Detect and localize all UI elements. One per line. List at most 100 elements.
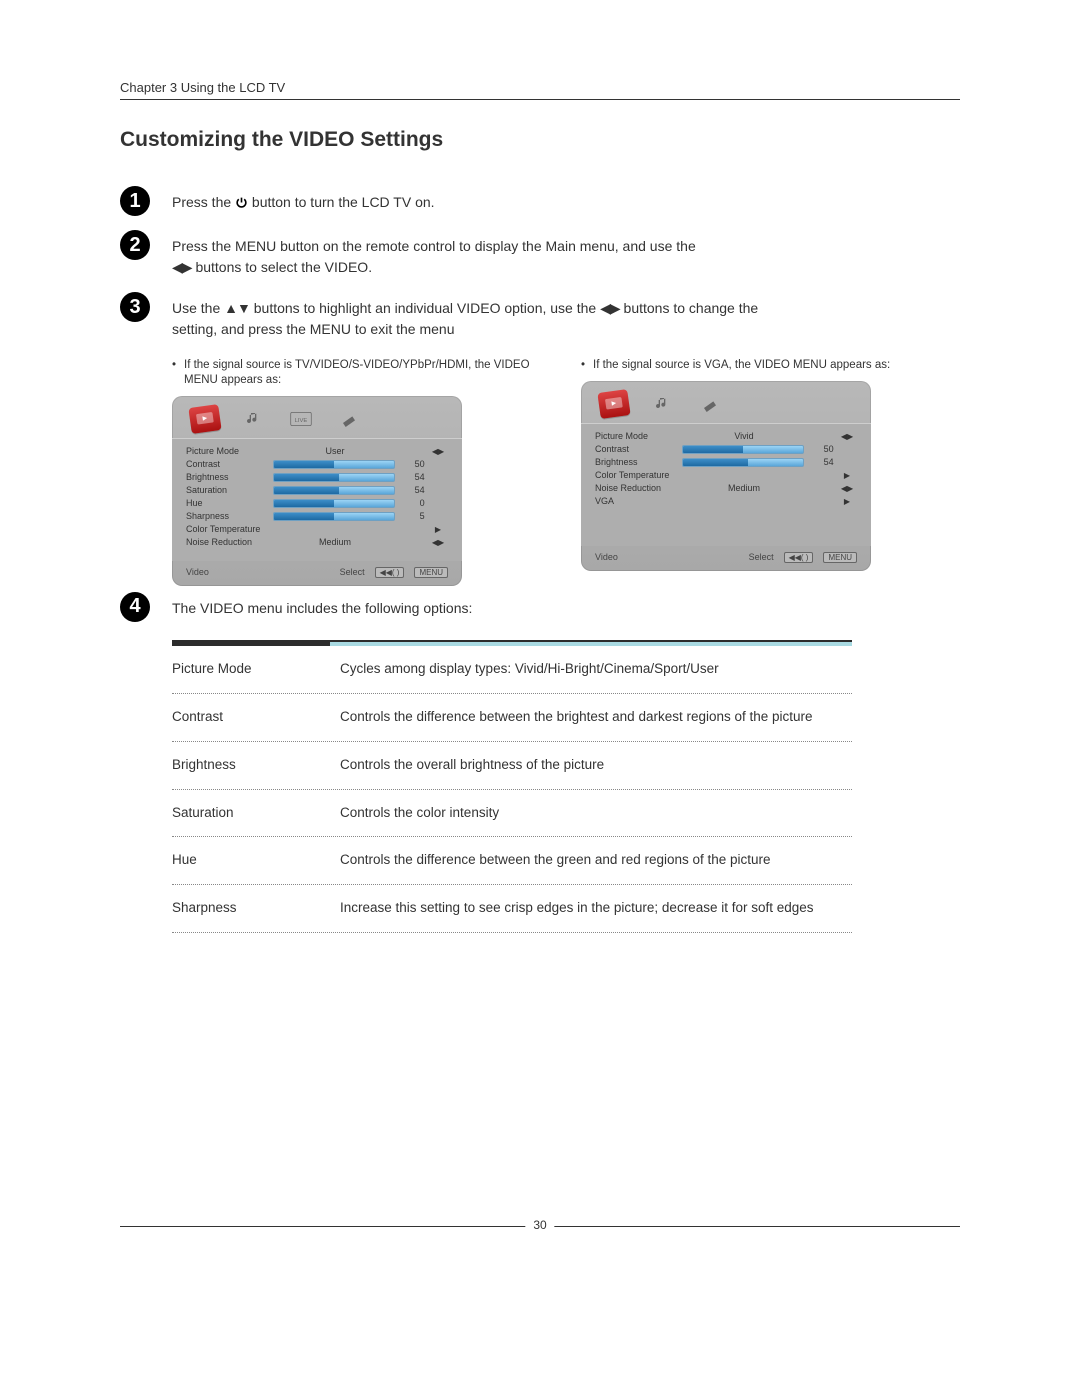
osd-tab-setup-icon (695, 391, 725, 417)
osd-row: Brightness 54 (186, 471, 448, 484)
step-number-icon: 3 (120, 292, 150, 322)
osd-tab-audio-icon (647, 391, 677, 417)
osd-row-control (682, 445, 804, 454)
osd-row: Saturation54 (186, 484, 448, 497)
osd-footer-nav-icon: ◀◀( ) (784, 552, 814, 563)
up-down-arrow-icon: ▲▼ (224, 300, 250, 316)
osd-row-indicator-icon: ◀▶ (837, 484, 857, 493)
step-number-icon: 4 (120, 592, 150, 622)
osd-row-control (273, 460, 395, 469)
osd-footer-select: Select (749, 552, 774, 562)
note-left: If the signal source is TV/VIDEO/S-VIDEO… (172, 358, 551, 388)
option-desc: Controls the difference between the gree… (340, 851, 852, 870)
osd-row-label: Color Temperature (186, 524, 272, 534)
osd-row: Hue 0 (186, 497, 448, 510)
osd-row-indicator-icon: ◀▶ (837, 432, 857, 441)
osd-row-label: Contrast (186, 459, 269, 469)
osd-row-indicator-icon: ▶ (837, 471, 857, 480)
osd-row-control (273, 486, 395, 495)
option-desc: Increase this setting to see crisp edges… (340, 899, 852, 918)
osd-tab-setup-icon (334, 406, 364, 432)
osd-tab-video-icon (188, 404, 221, 434)
osd-row-control (273, 473, 395, 482)
osd-tab-live-icon: LIVE (286, 406, 316, 432)
osd-row-value: 0 (399, 498, 424, 508)
osd-footer-nav-icon: ◀◀( ) (375, 567, 405, 578)
option-row: ContrastControls the difference between … (172, 694, 852, 742)
option-name: Contrast (172, 708, 340, 727)
osd-row: Picture Mode Vivid ◀▶ (595, 430, 857, 443)
step-3-text: Use the ▲▼ buttons to highlight an indiv… (172, 296, 792, 340)
osd-row-control: Medium (685, 483, 803, 493)
option-name: Brightness (172, 756, 340, 775)
osd-row-label: Brightness (595, 457, 678, 467)
osd-row-label: Sharpness (186, 511, 269, 521)
osd-screenshot-right: Picture Mode Vivid ◀▶ Contrast 50 Brightness 5… (581, 381, 871, 571)
osd-row: Sharpness5 (186, 510, 448, 523)
osd-row-label: Picture Mode (186, 446, 272, 456)
osd-row-control (273, 499, 395, 508)
osd-row-control: User (276, 446, 394, 456)
osd-row-control (682, 458, 804, 467)
osd-footer-select: Select (340, 567, 365, 577)
step-4: 4 The VIDEO menu includes the following … (120, 596, 960, 622)
option-desc: Controls the difference between the brig… (340, 708, 852, 727)
step-number-icon: 1 (120, 186, 150, 216)
osd-row: Contrast 50 (186, 458, 448, 471)
osd-row-indicator-icon: ◀▶ (428, 447, 448, 456)
chapter-label: Chapter 3 Using the LCD TV (120, 80, 285, 95)
page-number: 30 (525, 1218, 554, 1232)
step-3: 3 Use the ▲▼ buttons to highlight an ind… (120, 296, 960, 340)
osd-row: Color Temperature▶ (595, 469, 857, 482)
osd-row-label: Contrast (595, 444, 678, 454)
option-row: HueControls the difference between the g… (172, 837, 852, 885)
osd-row-control (273, 512, 395, 521)
osd-row-indicator-icon: ▶ (837, 497, 857, 506)
svg-text:LIVE: LIVE (295, 418, 308, 424)
step-1-text: Press the button to turn the LCD TV on. (172, 190, 435, 213)
osd-row-label: Noise Reduction (595, 483, 681, 493)
left-right-arrow-icon: ◀▶ (600, 300, 620, 316)
osd-row: Noise ReductionMedium◀▶ (186, 536, 448, 549)
option-name: Picture Mode (172, 660, 340, 679)
options-table: Picture ModeCycles among display types: … (172, 640, 852, 933)
osd-row-value: 54 (399, 472, 424, 482)
osd-row-label: Brightness (186, 472, 269, 482)
osd-row-value: 54 (808, 457, 833, 467)
option-row: SharpnessIncrease this setting to see cr… (172, 885, 852, 933)
left-right-arrow-icon: ◀▶ (172, 259, 192, 275)
osd-row: Contrast 50 (595, 443, 857, 456)
page-footer: 30 (120, 1226, 960, 1227)
osd-footer-menu: MENU (823, 552, 857, 563)
option-row: SaturationControls the color intensity (172, 790, 852, 838)
osd-tab-video-icon (597, 389, 630, 419)
osd-row-indicator-icon: ◀▶ (428, 538, 448, 547)
osd-row: VGA▶ (595, 495, 857, 508)
step-4-text: The VIDEO menu includes the following op… (172, 596, 472, 619)
osd-row-control: Vivid (685, 431, 803, 441)
osd-row-control: Medium (276, 537, 394, 547)
osd-footer-title: Video (186, 567, 209, 577)
osd-row-value: 50 (808, 444, 833, 454)
osd-screenshot-left: LIVE Picture Mode User ◀▶ Contrast 50 Brightn… (172, 396, 462, 586)
step-2-text: Press the MENU button on the remote cont… (172, 234, 696, 278)
osd-row: Picture Mode User ◀▶ (186, 445, 448, 458)
step-number-icon: 2 (120, 230, 150, 260)
osd-footer-title: Video (595, 552, 618, 562)
option-row: Picture ModeCycles among display types: … (172, 646, 852, 694)
option-desc: Controls the color intensity (340, 804, 852, 823)
option-name: Sharpness (172, 899, 340, 918)
option-desc: Controls the overall brightness of the p… (340, 756, 852, 775)
osd-row-label: Hue (186, 498, 269, 508)
osd-row-label: Picture Mode (595, 431, 681, 441)
osd-footer-menu: MENU (414, 567, 448, 578)
step-1: 1 Press the button to turn the LCD TV on… (120, 190, 960, 216)
osd-row-value: 50 (399, 459, 424, 469)
osd-row: Noise Reduction Medium ◀▶ (595, 482, 857, 495)
osd-row-indicator-icon: ▶ (428, 525, 448, 534)
osd-row: Brightness 54 (595, 456, 857, 469)
chapter-header: Chapter 3 Using the LCD TV (120, 80, 960, 100)
osd-row: Color Temperature ▶ (186, 523, 448, 536)
section-title: Customizing the VIDEO Settings (120, 128, 960, 152)
power-icon (235, 196, 248, 209)
